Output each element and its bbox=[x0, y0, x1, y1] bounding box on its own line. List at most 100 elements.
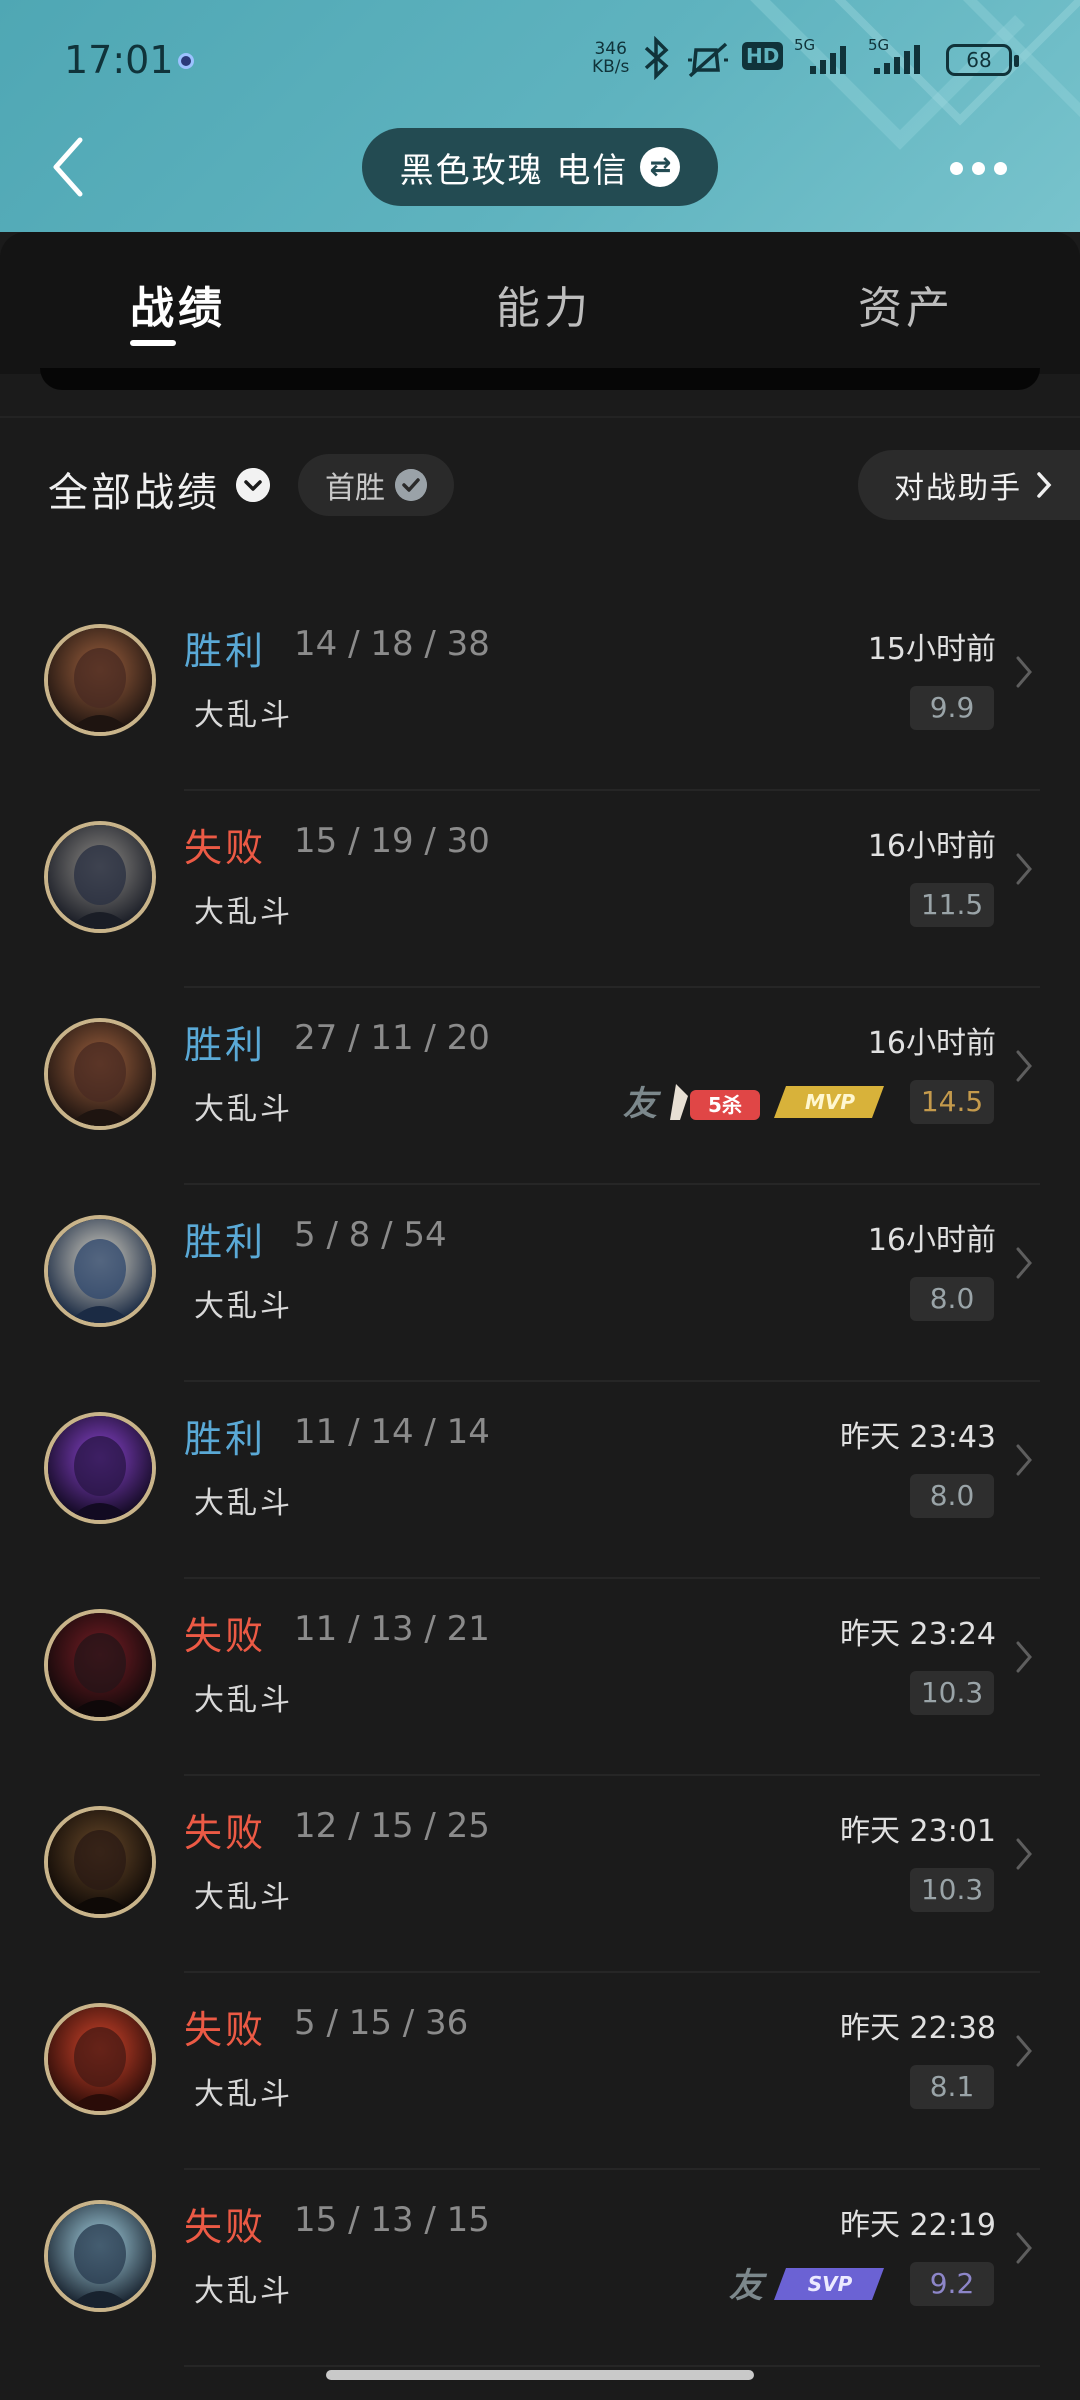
more-menu-button[interactable] bbox=[950, 148, 1020, 188]
match-result: 胜利 bbox=[184, 629, 267, 673]
match-score: 8.1 bbox=[910, 2065, 994, 2109]
five-kill-badge-text: 5杀 bbox=[708, 1093, 742, 1117]
battle-assistant-button[interactable]: 对战助手 bbox=[858, 450, 1080, 520]
back-arrow-icon[interactable] bbox=[44, 132, 94, 202]
match-kda: 12 / 15 / 25 bbox=[294, 1806, 490, 1846]
swap-icon: ⇄ bbox=[640, 147, 681, 187]
match-row[interactable]: 失败15 / 19 / 30大乱斗16小时前友11.5 bbox=[0, 791, 1080, 988]
match-result: 胜利 bbox=[184, 1417, 267, 1461]
match-score: 11.5 bbox=[910, 883, 994, 927]
first-win-chip[interactable]: 首胜 bbox=[298, 454, 454, 516]
match-time: 昨天 22:38 bbox=[840, 2011, 996, 2046]
match-kda: 15 / 19 / 30 bbox=[294, 821, 490, 861]
champion-avatar bbox=[44, 624, 156, 736]
match-row[interactable]: 胜利14 / 18 / 38大乱斗15小时前友9.9 bbox=[0, 594, 1080, 791]
match-mode: 大乱斗 bbox=[194, 2274, 293, 2309]
chevron-right-icon bbox=[1016, 2232, 1032, 2264]
champion-avatar bbox=[44, 1609, 156, 1721]
chevron-right-icon bbox=[1016, 1641, 1032, 1673]
match-mode: 大乱斗 bbox=[194, 1092, 293, 1127]
match-mode: 大乱斗 bbox=[194, 1683, 293, 1718]
match-result: 失败 bbox=[184, 1614, 267, 1658]
chevron-right-icon bbox=[1016, 656, 1032, 688]
mvp-badge-icon: MVP bbox=[774, 1086, 884, 1118]
mvp-badge-text: MVP bbox=[805, 1090, 855, 1114]
match-score: 8.0 bbox=[910, 1474, 994, 1518]
match-mode: 大乱斗 bbox=[194, 1486, 293, 1521]
match-kda: 15 / 13 / 15 bbox=[294, 2200, 490, 2240]
match-kda: 27 / 11 / 20 bbox=[294, 1018, 490, 1058]
first-win-label: 首胜 bbox=[325, 471, 385, 506]
tab-ability[interactable]: 能力 bbox=[496, 272, 592, 336]
match-mode: 大乱斗 bbox=[194, 698, 293, 733]
match-score: 10.3 bbox=[910, 1868, 994, 1912]
more-dot-icon bbox=[972, 161, 985, 175]
match-kda: 5 / 15 / 36 bbox=[294, 2003, 469, 2043]
match-row[interactable]: 胜利11 / 14 / 14大乱斗昨天 23:43友8.0 bbox=[0, 1382, 1080, 1579]
tab-record[interactable]: 战绩 bbox=[130, 272, 226, 336]
hd-voice-icon: HD bbox=[742, 42, 784, 70]
match-result: 胜利 bbox=[184, 1220, 267, 1264]
match-time: 16小时前 bbox=[867, 829, 996, 864]
match-time: 昨天 22:19 bbox=[840, 2208, 996, 2243]
match-row[interactable]: 胜利 27 / 11 / 20 大乱斗 16小时前友 MVP 5杀 14.5 bbox=[0, 988, 1080, 1185]
more-dot-icon bbox=[950, 161, 963, 175]
chevron-right-icon bbox=[1016, 1050, 1032, 1082]
chevron-right-icon bbox=[1016, 1444, 1032, 1476]
match-time: 15小时前 bbox=[867, 632, 996, 667]
match-score: 8.0 bbox=[910, 1277, 994, 1321]
champion-avatar bbox=[44, 1412, 156, 1524]
svp-badge-text: SVP bbox=[808, 2272, 853, 2296]
battery-icon: 68 bbox=[946, 44, 1019, 76]
champion-avatar bbox=[44, 821, 156, 933]
champion-avatar bbox=[44, 1018, 156, 1130]
signal-bars-icon bbox=[874, 45, 920, 74]
chevron-down-icon[interactable] bbox=[236, 468, 270, 502]
account-switcher[interactable]: 黑色玫瑰 电信 ⇄ bbox=[362, 128, 718, 206]
chevron-right-icon bbox=[1016, 1247, 1032, 1279]
match-list: 胜利14 / 18 / 38大乱斗15小时前友9.9失败15 / 19 / 30… bbox=[0, 594, 1080, 2367]
check-icon bbox=[395, 469, 427, 501]
status-bar: 17:01 346 KB/s HD 5G 5G 68 bbox=[0, 0, 1080, 120]
champion-avatar bbox=[44, 1215, 156, 1327]
match-score: 14.5 bbox=[910, 1080, 994, 1124]
more-dot-icon bbox=[994, 161, 1007, 175]
match-kda: 14 / 18 / 38 bbox=[294, 624, 490, 664]
clock: 17:01 bbox=[64, 38, 174, 82]
match-score: 10.3 bbox=[910, 1671, 994, 1715]
match-time: 昨天 23:24 bbox=[840, 1617, 996, 1652]
friend-icon: 友 bbox=[729, 2266, 763, 2306]
match-row[interactable]: 失败11 / 13 / 21大乱斗昨天 23:24友10.3 bbox=[0, 1579, 1080, 1776]
battle-assistant-label: 对战助手 bbox=[894, 471, 1022, 506]
filter-dropdown[interactable]: 全部战绩 bbox=[48, 460, 220, 518]
signal-bars-icon bbox=[810, 46, 846, 74]
match-row[interactable]: 失败5 / 15 / 36大乱斗昨天 22:38友8.1 bbox=[0, 1973, 1080, 2170]
match-mode: 大乱斗 bbox=[194, 1289, 293, 1324]
chevron-right-icon bbox=[1037, 472, 1052, 498]
match-kda: 11 / 14 / 14 bbox=[294, 1412, 490, 1452]
match-row[interactable]: 失败 15 / 13 / 15 大乱斗 昨天 22:19 友 SVP 9.2 bbox=[0, 2170, 1080, 2367]
notification-dot-icon bbox=[178, 53, 194, 69]
match-result: 失败 bbox=[184, 2008, 267, 2052]
divider bbox=[0, 416, 1080, 418]
match-row[interactable]: 胜利5 / 8 / 54大乱斗16小时前友8.0 bbox=[0, 1185, 1080, 1382]
friend-icon: 友 bbox=[623, 1084, 657, 1124]
match-score: 9.9 bbox=[910, 686, 994, 730]
match-result: 胜利 bbox=[184, 1023, 267, 1067]
champion-avatar bbox=[44, 2003, 156, 2115]
chevron-right-icon bbox=[1016, 2035, 1032, 2067]
tab-assets[interactable]: 资产 bbox=[858, 272, 954, 336]
home-indicator[interactable] bbox=[326, 2370, 754, 2380]
match-row[interactable]: 失败12 / 15 / 25大乱斗昨天 23:01友10.3 bbox=[0, 1776, 1080, 1973]
match-mode: 大乱斗 bbox=[194, 895, 293, 930]
match-time: 昨天 23:01 bbox=[840, 1814, 996, 1849]
match-time: 昨天 23:43 bbox=[840, 1420, 996, 1455]
main-panel: 战绩 能力 资产 全部战绩 首胜 对战助手 胜利 14 / 18 / 38 大乱斗 1… bbox=[0, 232, 1080, 2400]
net-speed-value: 346 bbox=[594, 39, 627, 59]
row-divider bbox=[184, 2365, 1040, 2367]
top-header: 17:01 346 KB/s HD 5G 5G 68 黑色玫瑰 电信 ⇄ bbox=[0, 0, 1080, 232]
match-kda: 11 / 13 / 21 bbox=[294, 1609, 490, 1649]
five-kill-badge-icon: 5杀 bbox=[670, 1084, 760, 1120]
match-time: 16小时前 bbox=[867, 1223, 996, 1258]
match-result: 失败 bbox=[184, 1811, 267, 1855]
